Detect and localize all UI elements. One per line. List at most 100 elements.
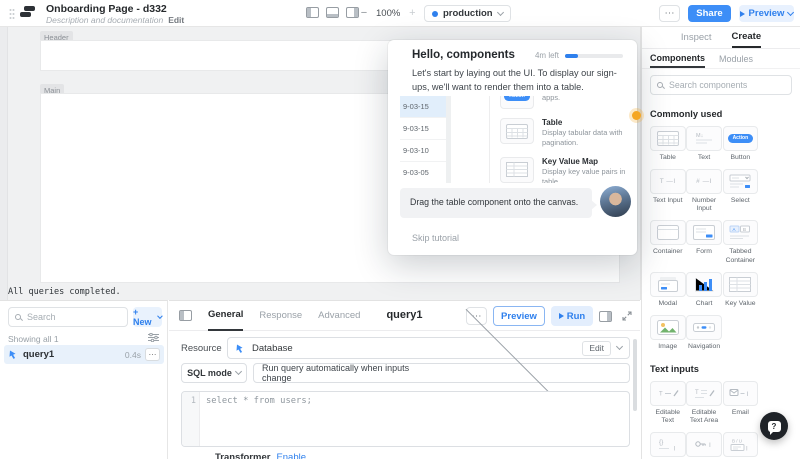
component-label: Button (730, 154, 751, 161)
mode-row: SQL mode Run query automatically when in… (181, 306, 630, 437)
sql-editor[interactable]: 1 select * from users; (181, 391, 630, 447)
preview-button[interactable]: Preview (739, 5, 795, 22)
run-behavior-value: Run query automatically when inputs chan… (262, 363, 410, 383)
bottom-panel-toggle-icon[interactable] (325, 7, 339, 18)
query-search[interactable] (8, 307, 128, 327)
tab-advanced[interactable]: Advanced (318, 301, 360, 331)
environment-selector[interactable]: production (424, 5, 511, 22)
component-label: Key Value (725, 299, 756, 307)
app-logo-icon[interactable] (20, 6, 36, 20)
tab-general[interactable]: General (208, 301, 244, 331)
editor-header: General Response Advanced query1 ⋯ Preview… (169, 301, 640, 331)
component-card-email[interactable]: I Email (722, 381, 759, 425)
editor-side-panel-toggle-icon[interactable] (599, 310, 612, 322)
demo-divider (489, 96, 490, 183)
zoom-out-button[interactable]: − (357, 6, 371, 20)
svg-text:I: I (746, 447, 748, 453)
component-card-modal[interactable]: Modal (650, 271, 686, 308)
component-card-table[interactable]: Table (650, 126, 686, 162)
resource-select[interactable]: Database Edit (227, 337, 630, 359)
demo-table-row: 9-03-05 (400, 162, 446, 183)
query-count-label: Showing all 1 (8, 334, 59, 344)
component-card-form[interactable]: Form (686, 220, 722, 264)
drag-handle-icon[interactable] (9, 8, 15, 20)
subtab-components[interactable]: Components (650, 49, 705, 68)
demo-table-row: 9-03-15 (400, 118, 446, 140)
line-number-gutter: 1 (182, 392, 200, 446)
tab-inspect[interactable]: Inspect (681, 27, 712, 48)
component-card-password[interactable]: I Password (686, 432, 722, 459)
resource-edit-button[interactable]: Edit (582, 340, 611, 356)
component-card-editabletextarea[interactable]: T Editable Text Area (686, 381, 722, 425)
play-icon (558, 313, 564, 319)
query-search-input[interactable] (25, 311, 121, 323)
chart-icon (686, 271, 722, 297)
tutorial-beacon-dot[interactable] (632, 111, 641, 120)
table-icon (650, 126, 686, 151)
sql-mode-select[interactable]: SQL mode (181, 363, 247, 383)
search-icon (657, 82, 663, 88)
app-window: Onboarding Page - d332 Description and d… (0, 0, 800, 459)
expand-icon[interactable] (622, 311, 632, 321)
tabbed-icon: AB (722, 220, 759, 246)
component-card-chart[interactable]: Chart (686, 271, 722, 308)
skip-tutorial-link[interactable]: Skip tutorial (412, 233, 459, 243)
share-button[interactable]: Share (688, 5, 731, 22)
component-card-tabbed[interactable]: AB Tabbed Container (722, 220, 759, 264)
preview-label: Preview (748, 8, 785, 19)
transformer-enable-link[interactable]: Enable (276, 452, 306, 459)
editor-scrollbar[interactable] (633, 339, 637, 411)
component-card-text[interactable]: M↓ Text (686, 126, 722, 162)
component-card-container[interactable]: Container (650, 220, 686, 264)
component-card-image[interactable]: Image (650, 314, 686, 351)
editor-panel-toggle-icon[interactable] (179, 310, 192, 321)
help-button[interactable]: ? (760, 412, 788, 440)
progress-bar (565, 53, 623, 58)
editabletext-icon: T (650, 381, 686, 407)
section-title: Text inputs (650, 364, 699, 375)
zoom-controls: − 100% + (357, 6, 419, 20)
component-card-editabletext[interactable]: T Editable Text (650, 381, 686, 425)
filter-icon[interactable] (148, 333, 159, 342)
demo-table-row: 9-03-10 (400, 140, 446, 162)
transformer-row: Transformer Enable (215, 452, 306, 459)
query-run-button[interactable]: Run (551, 306, 593, 326)
more-options-button[interactable]: ⋯ (659, 5, 680, 22)
query-more-button[interactable]: ⋯ (145, 348, 160, 361)
component-search-input[interactable] (667, 79, 785, 91)
run-behavior-select[interactable]: Run query automatically when inputs chan… (253, 306, 630, 437)
richtext-icon: B / U I (722, 432, 759, 458)
component-card-select[interactable]: Select (722, 169, 759, 213)
svg-text:I: I (673, 447, 675, 453)
json-icon: {} I (650, 432, 686, 458)
environment-name: production (443, 8, 493, 19)
component-card-json[interactable]: {}I JSON Editor (650, 432, 686, 459)
component-label: Table (659, 154, 676, 161)
component-card-textinput[interactable]: T —I Text Input (650, 169, 686, 213)
demo-component-entry: Action export data, or open other apps. (500, 96, 626, 109)
edit-description-link[interactable]: Edit (168, 15, 184, 25)
zoom-in-button[interactable]: + (405, 6, 419, 20)
component-card-richtext[interactable]: B / UI Rich Text Editor (722, 432, 759, 459)
new-query-label: + New (133, 307, 152, 327)
svg-text:B / U: B / U (732, 439, 742, 444)
component-card-button[interactable]: Action Button (722, 126, 759, 162)
text-icon: M↓ (686, 126, 722, 151)
new-query-button[interactable]: + New (133, 307, 163, 327)
component-search[interactable] (650, 75, 792, 95)
query-list-item[interactable]: query1 0.4s ⋯ (4, 345, 164, 364)
component-card-keyvalue[interactable]: Key Value (722, 271, 759, 308)
tab-response[interactable]: Response (259, 301, 302, 331)
sql-code[interactable]: select * from users; (200, 392, 318, 446)
chevron-down-icon (234, 367, 242, 376)
run-label: Run (566, 310, 586, 322)
resource-label: Resource (181, 342, 222, 354)
left-panel-toggle-icon[interactable] (306, 7, 319, 18)
component-card-numberinput[interactable]: # —I Number Input (686, 169, 722, 213)
tab-create[interactable]: Create (731, 27, 762, 48)
subtab-modules[interactable]: Modules (719, 49, 753, 68)
query-preview-button[interactable]: Preview (493, 306, 545, 326)
svg-text:B: B (743, 227, 746, 232)
form-icon (686, 220, 722, 246)
component-card-navigation[interactable]: Navigation (686, 314, 722, 351)
